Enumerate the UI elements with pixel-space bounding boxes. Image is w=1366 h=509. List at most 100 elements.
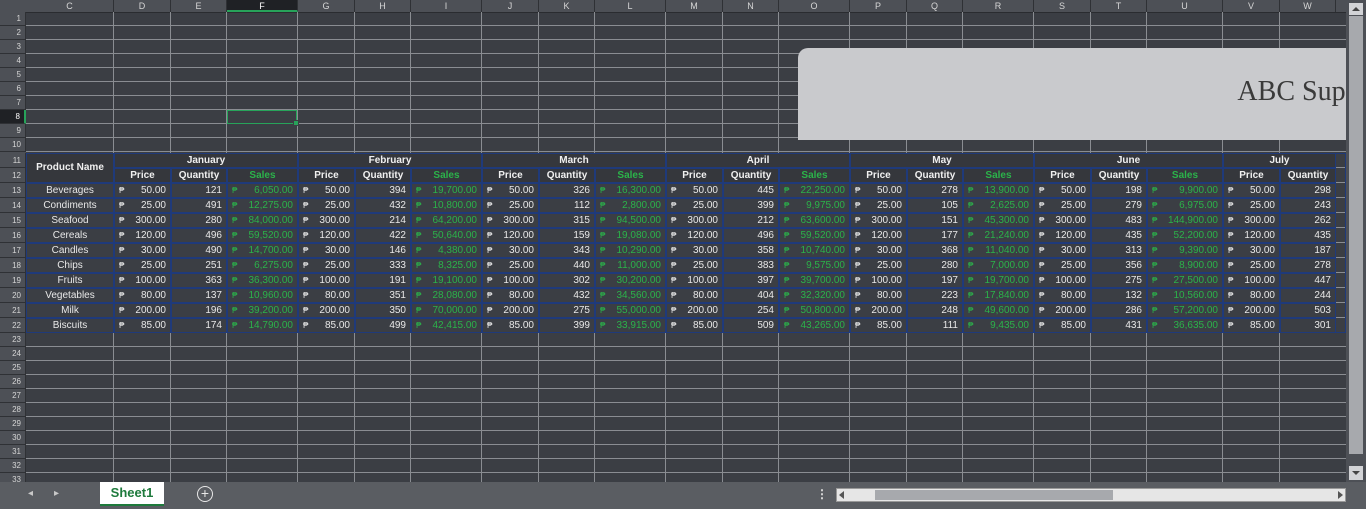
sales-cell[interactable]: ₱ 6,275.00 <box>227 258 298 273</box>
quantity-cell[interactable]: 435 <box>1091 228 1147 243</box>
sales-cell[interactable]: ₱ 45,300.00 <box>963 213 1034 228</box>
sales-cell[interactable]: ₱ 10,560.00 <box>1147 288 1223 303</box>
price-cell[interactable]: ₱ 100.00 <box>1223 273 1280 288</box>
price-cell[interactable]: ₱ 200.00 <box>850 303 907 318</box>
row-header-21[interactable]: 21 <box>0 303 26 318</box>
quantity-cell[interactable]: 198 <box>1091 183 1147 198</box>
price-cell[interactable]: ₱ 50.00 <box>1034 183 1091 198</box>
row-header-5[interactable]: 5 <box>0 68 26 82</box>
more-options-icon[interactable]: ⋮ <box>816 487 828 501</box>
row-header-12[interactable]: 12 <box>0 168 26 183</box>
price-cell[interactable]: ₱ 200.00 <box>666 303 723 318</box>
price-cell[interactable]: ₱ 100.00 <box>298 273 355 288</box>
quantity-cell[interactable]: 447 <box>1280 273 1336 288</box>
horizontal-scroll-thumb[interactable] <box>875 490 1113 500</box>
price-cell[interactable]: ₱ 25.00 <box>114 198 171 213</box>
quantity-cell[interactable]: 278 <box>1280 258 1336 273</box>
quantity-cell[interactable]: 440 <box>539 258 595 273</box>
quantity-cell[interactable]: 496 <box>723 228 779 243</box>
price-cell[interactable]: ₱ 85.00 <box>1223 318 1280 333</box>
price-cell[interactable]: ₱ 120.00 <box>298 228 355 243</box>
quantity-cell[interactable]: 368 <box>907 243 963 258</box>
column-header-w[interactable]: W <box>1280 0 1336 12</box>
price-cell[interactable]: ₱ 30.00 <box>482 243 539 258</box>
sales-cell[interactable]: ₱ 32,320.00 <box>779 288 850 303</box>
quantity-cell[interactable]: 121 <box>171 183 227 198</box>
price-cell[interactable]: ₱ 25.00 <box>114 258 171 273</box>
sales-cell[interactable]: ₱ 33,915.00 <box>595 318 666 333</box>
quantity-cell[interactable]: 343 <box>539 243 595 258</box>
price-cell[interactable]: ₱ 120.00 <box>1034 228 1091 243</box>
quantity-cell[interactable]: 397 <box>723 273 779 288</box>
quantity-cell[interactable]: 159 <box>539 228 595 243</box>
quantity-cell[interactable]: 191 <box>355 273 411 288</box>
fill-handle[interactable] <box>293 120 299 126</box>
sales-cell[interactable]: ₱ 52,200.00 <box>1147 228 1223 243</box>
scroll-right-icon[interactable] <box>1338 491 1343 499</box>
row-header-14[interactable]: 14 <box>0 198 26 213</box>
quantity-cell[interactable]: 431 <box>1091 318 1147 333</box>
quantity-cell[interactable]: 394 <box>355 183 411 198</box>
sales-cell[interactable]: ₱ 2,625.00 <box>963 198 1034 213</box>
quantity-cell[interactable]: 174 <box>171 318 227 333</box>
price-cell[interactable]: ₱ 25.00 <box>850 258 907 273</box>
sales-cell[interactable]: ₱ 10,290.00 <box>595 243 666 258</box>
sales-cell[interactable]: ₱ 13,900.00 <box>963 183 1034 198</box>
price-cell[interactable]: ₱ 30.00 <box>298 243 355 258</box>
price-cell[interactable]: ₱ 80.00 <box>114 288 171 303</box>
price-cell[interactable]: ₱ 200.00 <box>298 303 355 318</box>
quantity-cell[interactable]: 275 <box>539 303 595 318</box>
column-header-o[interactable]: O <box>779 0 850 12</box>
row-header-32[interactable]: 32 <box>0 459 26 473</box>
quantity-cell[interactable]: 248 <box>907 303 963 318</box>
row-header-9[interactable]: 9 <box>0 124 26 138</box>
sales-cell[interactable]: ₱ 36,300.00 <box>227 273 298 288</box>
sales-cell[interactable]: ₱ 28,080.00 <box>411 288 482 303</box>
price-cell[interactable]: ₱ 100.00 <box>114 273 171 288</box>
price-cell[interactable]: ₱ 25.00 <box>298 198 355 213</box>
row-header-19[interactable]: 19 <box>0 273 26 288</box>
price-cell[interactable]: ₱ 100.00 <box>1034 273 1091 288</box>
price-cell[interactable]: ₱ 50.00 <box>482 183 539 198</box>
quantity-cell[interactable]: 212 <box>723 213 779 228</box>
row-header-29[interactable]: 29 <box>0 417 26 431</box>
quantity-cell[interactable]: 315 <box>539 213 595 228</box>
row-header-18[interactable]: 18 <box>0 258 26 273</box>
sales-cell[interactable]: ₱ 12,275.00 <box>227 198 298 213</box>
product-name-cell[interactable]: Vegetables <box>26 288 114 303</box>
row-header-33[interactable]: 33 <box>0 473 26 482</box>
sales-cell[interactable]: ₱ 16,300.00 <box>595 183 666 198</box>
quantity-cell[interactable]: 383 <box>723 258 779 273</box>
sales-cell[interactable]: ₱ 9,435.00 <box>963 318 1034 333</box>
price-cell[interactable]: ₱ 120.00 <box>1223 228 1280 243</box>
price-cell[interactable]: ₱ 80.00 <box>298 288 355 303</box>
sales-cell[interactable]: ₱ 59,520.00 <box>779 228 850 243</box>
sales-cell[interactable]: ₱ 57,200.00 <box>1147 303 1223 318</box>
sales-cell[interactable]: ₱ 94,500.00 <box>595 213 666 228</box>
active-cell-F8[interactable] <box>227 110 299 126</box>
column-header-e[interactable]: E <box>171 0 227 12</box>
price-cell[interactable]: ₱ 25.00 <box>1034 258 1091 273</box>
sales-cell[interactable]: ₱ 63,600.00 <box>779 213 850 228</box>
prev-sheet-icon[interactable]: ◂ <box>28 488 33 499</box>
price-cell[interactable]: ₱ 200.00 <box>482 303 539 318</box>
quantity-cell[interactable]: 105 <box>907 198 963 213</box>
scroll-down-button[interactable] <box>1349 466 1363 480</box>
column-header-u[interactable]: U <box>1147 0 1223 12</box>
column-header-g[interactable]: G <box>298 0 355 12</box>
quantity-cell[interactable]: 399 <box>539 318 595 333</box>
quantity-cell[interactable]: 254 <box>723 303 779 318</box>
price-cell[interactable]: ₱ 85.00 <box>1034 318 1091 333</box>
worksheet-grid[interactable]: ABC Supe Product Name January Price Quantit… <box>26 12 1346 482</box>
price-cell[interactable]: ₱ 120.00 <box>850 228 907 243</box>
quantity-cell[interactable]: 358 <box>723 243 779 258</box>
sales-cell[interactable]: ₱ 50,800.00 <box>779 303 850 318</box>
sales-cell[interactable]: ₱ 36,635.00 <box>1147 318 1223 333</box>
sales-cell[interactable]: ₱ 10,740.00 <box>779 243 850 258</box>
column-header-t[interactable]: T <box>1091 0 1147 12</box>
sales-cell[interactable]: ₱ 84,000.00 <box>227 213 298 228</box>
quantity-cell[interactable]: 278 <box>907 183 963 198</box>
sales-cell[interactable]: ₱ 59,520.00 <box>227 228 298 243</box>
sales-cell[interactable]: ₱ 19,700.00 <box>411 183 482 198</box>
quantity-cell[interactable]: 187 <box>1280 243 1336 258</box>
